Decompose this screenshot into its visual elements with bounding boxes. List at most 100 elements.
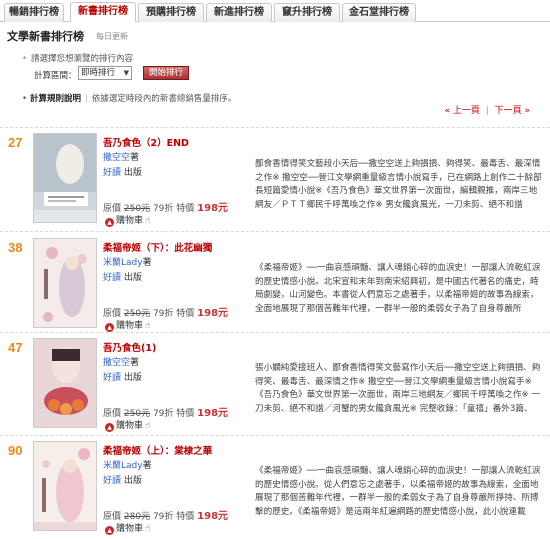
book-list-item: 47 吾乃食色(1) 撒空空著 好讀 出版 原價 250元 79折 特價 198… — [0, 334, 550, 434]
cart-label: 購物車 — [116, 421, 144, 431]
author-link[interactable]: 米蘭Lady — [103, 461, 143, 471]
chevron-down-icon: ▼ — [123, 69, 129, 77]
book-title-link[interactable]: 柔福帝姬（上）：棠棣之華 — [103, 443, 212, 457]
range-select[interactable]: 即時排行 ▼ — [78, 66, 132, 80]
book-author: 撒空空著 — [103, 150, 139, 163]
book-publisher: 好讀 出版 — [103, 165, 142, 178]
publisher-link[interactable]: 好讀 — [103, 373, 121, 383]
rules-description: 依據選定時段內的新書總銷售量排序。 — [91, 94, 237, 104]
book-description: 《柔福帝姬》──一曲哀感頑豔、讓人魂銷心碎的血淚史！一部讓人流乾紅淚的歷史情感小… — [255, 263, 541, 314]
pointer-hand-icon: ☝ — [145, 421, 151, 431]
list-divider — [0, 332, 550, 333]
special-price-label: 特價 — [176, 204, 195, 214]
pager-separator: | — [485, 106, 489, 116]
book-publisher: 好讀 出版 — [103, 473, 142, 486]
bullet-icon: • — [22, 54, 28, 64]
book-description: 《柔福帝姬》──一曲哀感頑豔、讓人魂銷心碎的血淚史！一部讓人流乾紅淚的歷史情感小… — [255, 466, 541, 517]
publisher-link[interactable]: 好讀 — [103, 168, 121, 178]
filter-hint: • 請選擇您想瀏覽的排行內容 — [22, 52, 133, 64]
page-title: 文學新書排行榜 — [7, 30, 84, 43]
tab-kingstone[interactable]: 金石堂排行榜 — [342, 3, 416, 22]
book-description: 張小嫻純愛接班人、鄙食香情得笑文藝寫作小天后──撒空空送上夠損損、夠得笑、最毒舌… — [255, 363, 541, 414]
range-select-value: 即時排行 — [81, 68, 116, 78]
special-price-label: 特價 — [176, 409, 195, 419]
rules-label[interactable]: 計算規則說明 — [30, 94, 81, 104]
prev-page-link[interactable]: « 上一頁 — [444, 106, 479, 116]
book-author: 米蘭Lady著 — [103, 458, 152, 471]
book-title-link[interactable]: 柔福帝姬（下）：此花幽獨 — [103, 240, 212, 254]
book-cover[interactable] — [33, 441, 97, 531]
ranking-rules: • 計算規則說明 | 依據選定時段內的新書總銷售量排序。 « 上一頁 | 下一頁 » — [22, 92, 530, 116]
book-list-item: 27 吾乃食色（2）END 撒空空著 好讀 出版 原價 250元 79折 特價 … — [0, 129, 550, 229]
author-link[interactable]: 米蘭Lady — [103, 258, 143, 268]
special-price: 198元 — [197, 203, 229, 214]
price-info: 原價 280元 79折 特價 198元 — [103, 507, 228, 522]
next-page-link[interactable]: 下一頁 » — [495, 106, 530, 116]
tab-new-arrivals[interactable]: 新進排行榜 — [206, 3, 272, 22]
bullet-icon: • — [22, 94, 28, 104]
special-price: 198元 — [197, 308, 229, 319]
discount: 79折 — [152, 409, 174, 419]
cart-label: 購物車 — [116, 524, 144, 534]
tab-bestseller[interactable]: 暢銷排行榜 — [4, 3, 64, 22]
range-label: 計算區間： — [34, 71, 77, 81]
cart-label: 購物車 — [116, 321, 144, 331]
special-price-label: 特價 — [176, 512, 195, 522]
author-suffix: 著 — [142, 461, 152, 471]
book-list-item: 90 柔福帝姬（上）：棠棣之華 米蘭Lady著 好讀 出版 原價 280元 79… — [0, 437, 550, 537]
price-info: 原價 250元 79折 特價 198元 — [103, 199, 228, 214]
filter-hint-text: 請選擇您想瀏覽的排行內容 — [31, 54, 134, 64]
list-divider — [0, 231, 550, 232]
book-title-link[interactable]: 吾乃食色（2）END — [103, 135, 189, 149]
book-title-link[interactable]: 吾乃食色(1) — [103, 340, 156, 354]
special-price-label: 特價 — [176, 309, 195, 319]
author-suffix: 著 — [142, 258, 152, 268]
author-link[interactable]: 撒空空 — [103, 358, 130, 368]
author-suffix: 著 — [130, 153, 140, 163]
publisher-suffix: 出版 — [123, 373, 142, 383]
pagination: « 上一頁 | 下一頁 » — [444, 103, 530, 116]
add-to-cart-button[interactable]: ▲ 購物車 ☝ — [105, 521, 151, 535]
book-publisher: 好讀 出版 — [103, 270, 142, 283]
publisher-suffix: 出版 — [123, 168, 142, 178]
price-info: 原價 250元 79折 特價 198元 — [103, 404, 228, 419]
discount: 79折 — [152, 204, 174, 214]
book-cover[interactable] — [33, 238, 97, 328]
divider: | — [85, 94, 88, 104]
tab-new-books[interactable]: 新書排行榜 — [70, 2, 136, 22]
tab-rising[interactable]: 竄升排行榜 — [274, 3, 340, 22]
list-divider — [0, 127, 550, 128]
author-suffix: 著 — [130, 358, 140, 368]
book-cover[interactable] — [33, 133, 97, 223]
book-description: 鄙食香情得笑文藝段小天后──撒空空送上夠損損、夠得笑、最毒舌、最深情之作※ 撒空… — [255, 159, 542, 210]
rank-number: 27 — [8, 135, 23, 150]
special-price: 198元 — [197, 511, 229, 522]
rank-number: 38 — [8, 240, 23, 255]
price-info: 原價 250元 79折 特價 198元 — [103, 304, 228, 319]
cart-icon: ▲ — [105, 423, 114, 432]
pointer-hand-icon: ☝ — [145, 524, 151, 534]
cart-label: 購物車 — [116, 216, 144, 226]
publisher-link[interactable]: 好讀 — [103, 273, 121, 283]
special-price: 198元 — [197, 408, 229, 419]
add-to-cart-button[interactable]: ▲ 購物車 ☝ — [105, 418, 151, 432]
cart-icon: ▲ — [105, 526, 114, 535]
cart-icon: ▲ — [105, 218, 114, 227]
book-cover[interactable] — [33, 338, 97, 428]
ranking-filter: • 請選擇您想瀏覽的排行內容 計算區間： 即時排行 ▼ 開始排行 — [22, 47, 530, 87]
pointer-hand-icon: ☝ — [145, 321, 151, 331]
add-to-cart-button[interactable]: ▲ 購物車 ☝ — [105, 213, 151, 227]
ranking-tabs: 暢銷排行榜 新書排行榜 預購排行榜 新進排行榜 竄升排行榜 金石堂排行榜 — [0, 0, 550, 22]
add-to-cart-button[interactable]: ▲ 購物車 ☝ — [105, 318, 151, 332]
rank-number: 90 — [8, 443, 23, 458]
discount: 79折 — [152, 512, 174, 522]
author-link[interactable]: 撒空空 — [103, 153, 130, 163]
tab-preorder[interactable]: 預購排行榜 — [138, 3, 204, 22]
publisher-suffix: 出版 — [123, 476, 142, 486]
list-divider — [0, 435, 550, 436]
publisher-link[interactable]: 好讀 — [103, 476, 121, 486]
start-ranking-button[interactable]: 開始排行 — [143, 66, 189, 80]
page-subtitle: 每日更新 — [96, 32, 128, 41]
publisher-suffix: 出版 — [123, 273, 142, 283]
book-publisher: 好讀 出版 — [103, 370, 142, 383]
